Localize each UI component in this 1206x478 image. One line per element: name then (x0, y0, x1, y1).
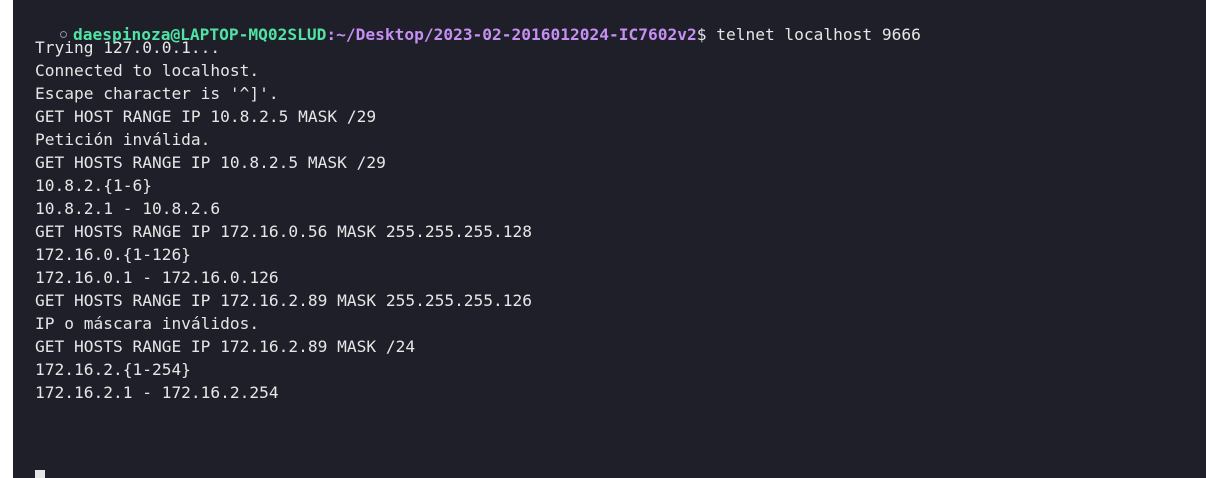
output-line: IP o máscara inválidos. (35, 314, 260, 333)
output-line: Connected to localhost. (35, 61, 260, 80)
output-line: 10.8.2.1 - 10.8.2.6 (35, 199, 221, 218)
terminal-window[interactable]: daespinoza@LAPTOP-MQ02SLUD:~/Desktop/202… (13, 0, 1206, 478)
prompt-path: :~/Desktop/2023-02-2016012024-IC7602v2 (326, 25, 697, 44)
output-line: GET HOSTS RANGE IP 172.16.0.56 MASK 255.… (35, 222, 533, 241)
output-line: GET HOST RANGE IP 10.8.2.5 MASK /29 (35, 107, 377, 126)
output-line: Trying 127.0.0.1... (35, 38, 221, 57)
output-line: GET HOSTS RANGE IP 172.16.2.89 MASK 255.… (35, 291, 533, 310)
text-cursor[interactable] (35, 470, 45, 478)
output-line: GET HOSTS RANGE IP 172.16.2.89 MASK /24 (35, 337, 416, 356)
prompt-line: daespinoza@LAPTOP-MQ02SLUD:~/Desktop/202… (21, 0, 921, 44)
prompt-symbol: $ (696, 25, 707, 44)
output-line: 172.16.0.1 - 172.16.0.126 (35, 268, 279, 287)
output-line: Petición inválida. (35, 130, 211, 149)
output-line: 172.16.0.{1-126} (35, 245, 191, 264)
output-line: 172.16.2.{1-254} (35, 360, 191, 379)
output-line: 172.16.2.1 - 172.16.2.254 (35, 383, 279, 402)
output-line: GET HOSTS RANGE IP 10.8.2.5 MASK /29 (35, 153, 386, 172)
output-line: 10.8.2.{1-6} (35, 176, 152, 195)
output-line: Escape character is '^]'. (35, 84, 279, 103)
typed-command: telnet localhost 9666 (706, 25, 921, 44)
